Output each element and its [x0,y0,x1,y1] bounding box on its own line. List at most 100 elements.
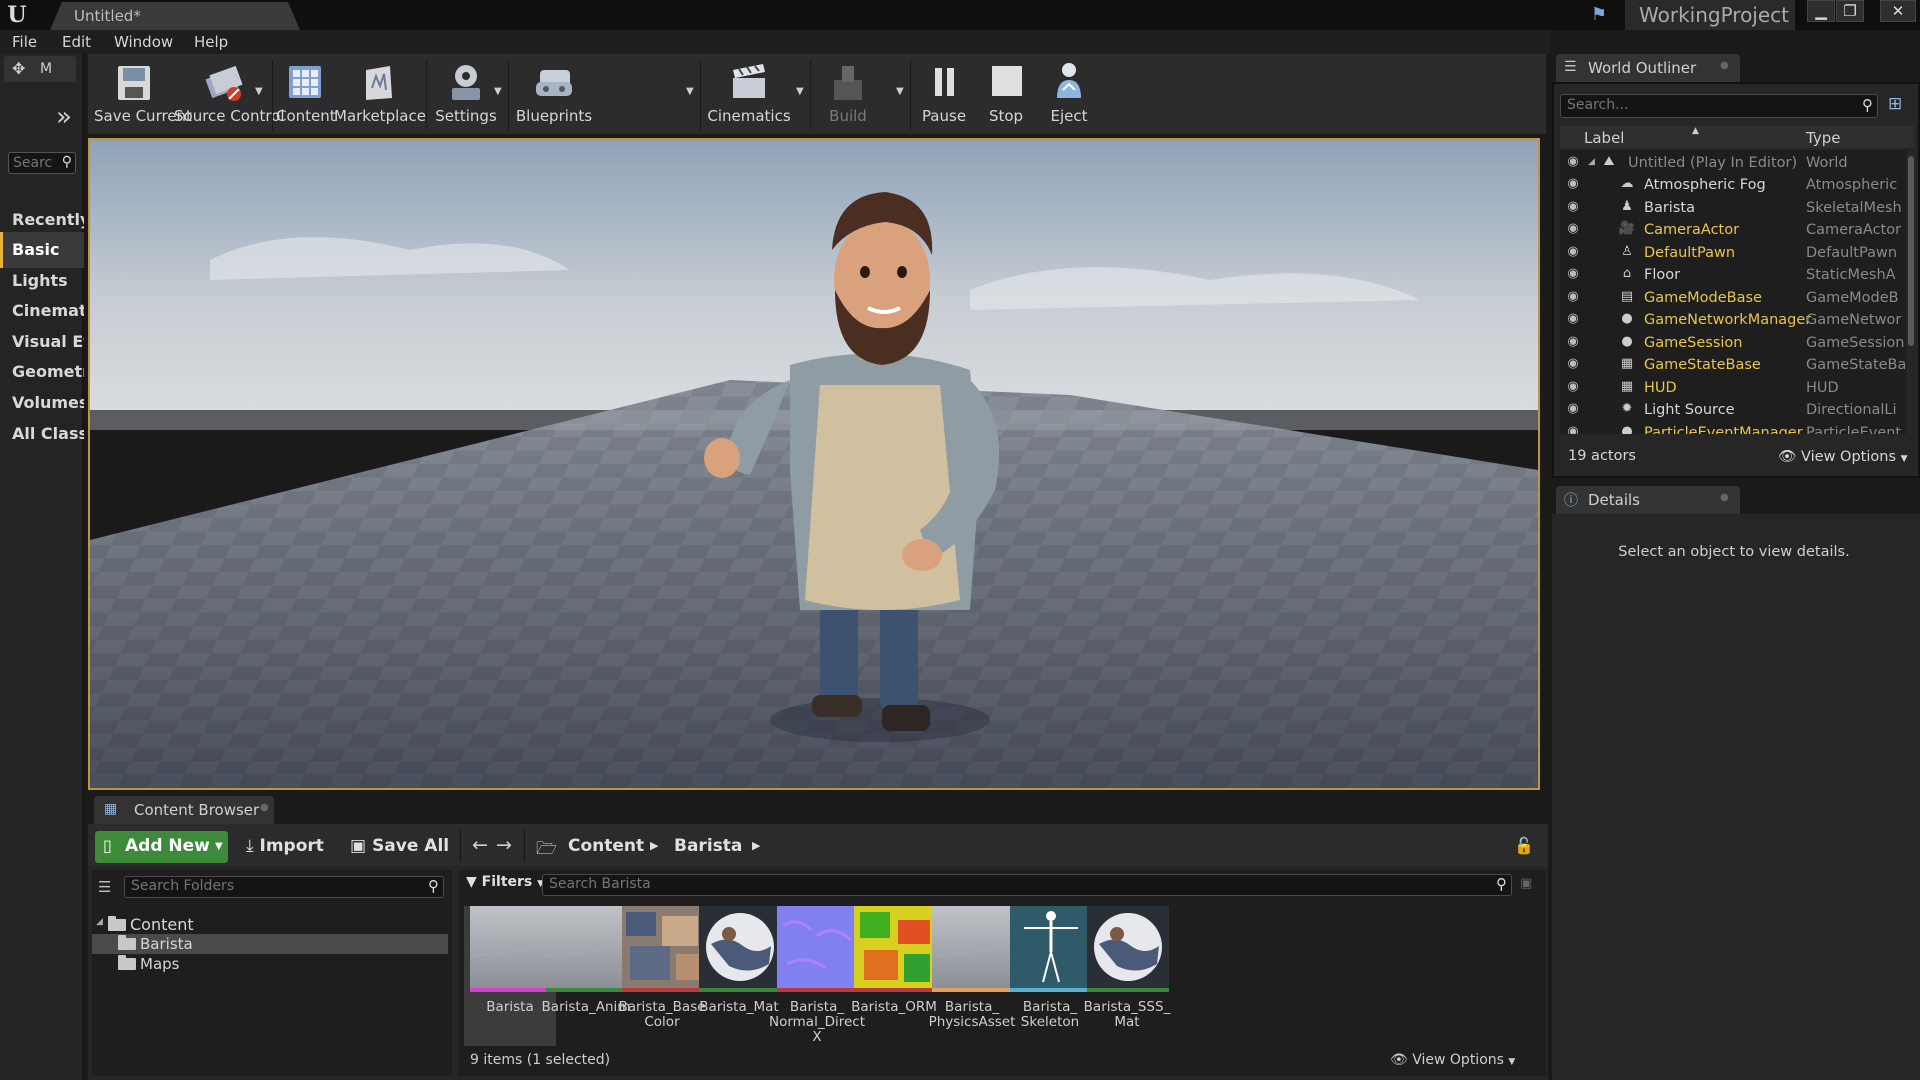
outliner-actor-row[interactable]: ◉ ▦ GameStateBase GameStateBa [1560,354,1906,376]
visibility-eye-icon[interactable]: ◉ [1564,401,1582,416]
visibility-eye-icon[interactable]: ◉ [1564,221,1582,236]
outliner-search-input[interactable] [1567,97,1847,113]
details-tab[interactable]: ⓘ Details ● [1556,486,1740,514]
document-tab[interactable]: Untitled* [50,2,300,30]
outliner-actor-row[interactable]: ◉ ☁ Atmospheric Fog Atmospheric [1560,174,1906,196]
save-current-label: Save Current [94,107,192,125]
eject-button[interactable]: Eject [1036,58,1102,132]
eject-icon [1049,60,1089,104]
visibility-eye-icon[interactable]: ◉ [1564,266,1582,281]
maximize-button[interactable]: ❐ [1836,0,1864,22]
level-viewport[interactable] [88,138,1540,790]
outliner-actor-row[interactable]: ◉ ♙ DefaultPawn DefaultPawn [1560,242,1906,264]
cinematics-dropdown-icon[interactable]: ▼ [796,86,804,97]
visibility-eye-icon[interactable]: ◉ [1564,424,1582,435]
column-label[interactable]: Label [1584,129,1624,147]
actor-type: GameModeB [1806,289,1899,306]
menu-window[interactable]: Window [114,33,173,51]
outliner-actor-row[interactable]: ◉ ● ParticleEventManager ParticleEvent [1560,422,1906,435]
visibility-eye-icon[interactable]: ◉ [1564,379,1582,394]
visibility-eye-icon[interactable]: ◉ [1564,356,1582,371]
content-button[interactable]: Content [276,58,336,132]
pause-button[interactable]: Pause [912,58,976,132]
outliner-actor-row[interactable]: ◉ ▤ GameModeBase GameModeB [1560,287,1906,309]
asset-search-box[interactable]: ⚲ [542,874,1512,896]
column-type[interactable]: Type [1806,129,1840,147]
outliner-actor-row[interactable]: ◉ ⌂ Floor StaticMeshA [1560,264,1906,286]
outliner-actor-row[interactable]: ◉ ● GameSession GameSession [1560,332,1906,354]
mode-tab-item[interactable]: All Classe [0,416,84,452]
minimize-button[interactable]: ▁ [1807,0,1835,22]
menu-help[interactable]: Help [194,33,228,51]
folder-search-box[interactable]: ⚲ [124,876,444,898]
visibility-eye-icon[interactable]: ◉ [1564,311,1582,326]
tree-expand-icon[interactable]: ◢ [1588,157,1595,167]
outliner-view-options-button[interactable]: 👁 View Options ▼ [1778,448,1908,465]
outliner-root-row[interactable]: ◉ ◢ ⛰ Untitled (Play In Editor) World [1560,152,1906,174]
visibility-eye-icon[interactable]: ◉ [1564,334,1582,349]
modes-tab[interactable]: ✥ M [4,56,76,82]
visibility-eye-icon[interactable]: ◉ [1564,244,1582,259]
import-label: Import [259,836,324,856]
visibility-eye-icon[interactable]: ◉ [1564,289,1582,304]
close-tab-icon[interactable]: ● [260,802,269,813]
expand-chevron-icon[interactable]: » [56,102,72,132]
blueprints-dropdown-icon[interactable]: ▼ [686,86,694,97]
save-all-button[interactable]: ▣ Save All [350,836,449,856]
outliner-actor-row[interactable]: ◉ 🎥 CameraActor CameraActor [1560,219,1906,241]
modes-search-box[interactable]: ⚲ [8,152,76,174]
back-arrow-icon[interactable]: ← [472,834,488,856]
source-control-dropdown-icon[interactable]: ▼ [255,86,263,97]
outliner-scrollbar[interactable] [1908,156,1914,346]
visibility-eye-icon[interactable]: ◉ [1564,154,1582,169]
breadcrumb-separator-icon[interactable]: ▶ [752,839,760,852]
menu-file[interactable]: File [12,33,37,51]
add-new-button[interactable]: ▯ Add New ▼ [95,831,228,863]
visibility-eye-icon[interactable]: ◉ [1564,176,1582,191]
items-count: 9 items (1 selected) [470,1052,611,1068]
save-current-button[interactable]: Save Current [94,58,192,132]
marketplace-button[interactable]: Marketplace [334,58,426,132]
blueprints-button[interactable]: Blueprints [512,58,596,132]
asset-tile[interactable]: Barista_SSS_ Mat [1081,906,1173,1046]
menu-edit[interactable]: Edit [62,33,91,51]
outliner-search-box[interactable]: ⚲ [1560,94,1878,118]
lock-icon[interactable]: 🔓 [1514,836,1534,855]
breadcrumb-content[interactable]: Content [568,836,644,856]
outliner-actor-row[interactable]: ◉ ✹ Light Source DirectionalLi [1560,399,1906,421]
outliner-actor-row[interactable]: ◉ ♟ Barista SkeletalMesh [1560,197,1906,219]
create-folder-icon[interactable]: ⊞ [1888,94,1902,114]
toggle-sources-icon[interactable]: ☰ [98,878,111,896]
view-options-button[interactable]: 👁 View Options ▼ [1390,1052,1515,1068]
visibility-eye-icon[interactable]: ◉ [1564,199,1582,214]
settings-button[interactable]: Settings [428,58,504,132]
content-browser-tab[interactable]: ▦ Content Browser ● [94,796,274,824]
world-outliner-tab[interactable]: ☰ World Outliner ● [1556,54,1740,82]
tree-item-label: Barista [140,935,193,953]
import-button[interactable]: ⤓ Import [246,836,324,856]
filters-button[interactable]: ▼ Filters ▼ [466,874,544,890]
folder-search-input[interactable] [131,878,411,894]
forward-arrow-icon[interactable]: → [496,834,512,856]
save-search-icon[interactable]: ▣ [1520,876,1532,891]
stop-button[interactable]: Stop [976,58,1036,132]
tree-item-barista[interactable]: Barista [92,934,448,954]
cinematics-button[interactable]: Cinematics [702,58,796,132]
outliner-actor-row[interactable]: ◉ ● GameNetworkManager GameNetwor [1560,309,1906,331]
modes-search-input[interactable] [13,155,53,171]
build-dropdown-icon[interactable]: ▼ [896,86,904,97]
asset-thumbnail [777,906,859,988]
tree-expand-icon[interactable]: ◢ [96,917,103,927]
tree-item-maps[interactable]: Maps [92,954,448,974]
tree-item-content[interactable]: ◢ Content [92,914,448,934]
close-tab-icon[interactable]: ● [1720,60,1729,71]
asset-search-input[interactable] [549,876,1449,892]
close-tab-icon[interactable]: ● [1720,492,1729,503]
breadcrumb-barista[interactable]: Barista [674,836,742,856]
breadcrumb-separator-icon[interactable]: ▶ [650,839,658,852]
outliner-actor-row[interactable]: ◉ ▦ HUD HUD [1560,377,1906,399]
content-browser-tab-bar: ▦ Content Browser ● [88,796,1548,824]
settings-dropdown-icon[interactable]: ▼ [494,86,502,97]
close-button[interactable]: ✕ [1880,0,1916,22]
world-outliner-tab-label: World Outliner [1588,59,1697,77]
